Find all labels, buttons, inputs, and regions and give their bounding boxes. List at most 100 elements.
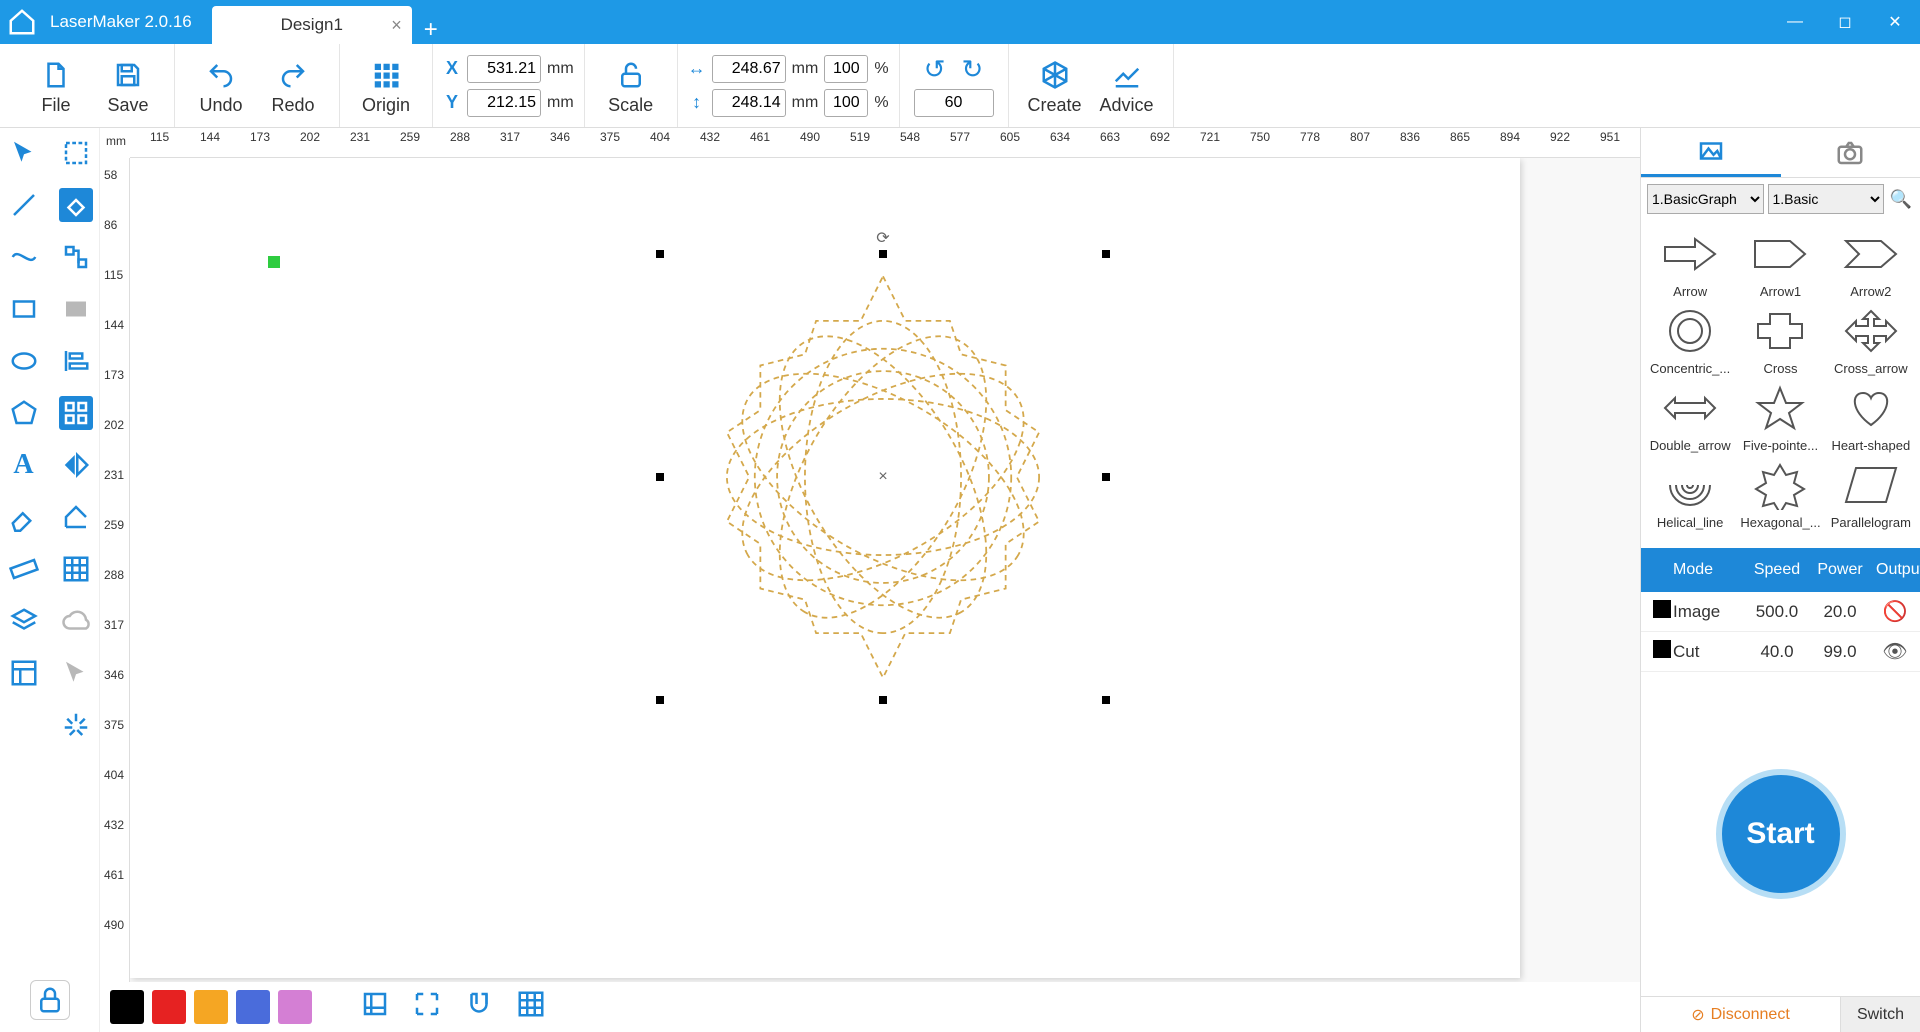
rotation-handle[interactable]: ⟳ [876,228,889,248]
array-tool[interactable] [59,552,93,586]
mirror-tool[interactable] [59,448,93,482]
handle-bl[interactable] [656,696,664,704]
rotate-cw-icon[interactable]: ↻ [962,54,984,85]
measure-tool[interactable] [59,500,93,534]
color-swatch[interactable] [278,990,312,1024]
shape-five-pointe-[interactable]: Five-pointe... [1737,380,1823,453]
shape-double-arrow[interactable]: Double_arrow [1647,380,1733,453]
cursor-3d-icon[interactable] [59,656,93,690]
close-icon[interactable]: × [391,15,402,36]
file-button[interactable]: File [20,44,92,127]
advice-button[interactable]: Advice [1091,44,1163,127]
lock-button[interactable] [30,980,70,1020]
save-button[interactable]: Save [92,44,164,127]
visibility-icon[interactable]: 👁 [1870,639,1920,664]
scale-x-input[interactable] [824,55,868,83]
eraser-tool[interactable] [7,500,41,534]
shape-arrow[interactable]: Arrow [1647,226,1733,299]
align-tool[interactable] [59,344,93,378]
camera-tab[interactable] [1781,128,1920,177]
fit-screen-icon[interactable] [360,989,390,1026]
shape-cross-arrow[interactable]: Cross_arrow [1828,303,1914,376]
visibility-icon[interactable]: 🚫 [1870,599,1920,624]
height-input[interactable] [712,89,786,117]
color-swatch[interactable] [236,990,270,1024]
redo-icon [278,55,308,95]
ruler-h-tick: 922 [1550,130,1570,144]
minimize-button[interactable]: — [1770,0,1820,44]
start-button[interactable]: Start [1716,769,1846,899]
polygon-tool[interactable] [7,396,41,430]
shape-label: Cross_arrow [1830,361,1912,376]
select-tool[interactable] [7,136,41,170]
create-button[interactable]: Create [1019,44,1091,127]
shape-parallelogram[interactable]: Parallelogram [1828,457,1914,530]
canvas[interactable]: × ⟳ [130,158,1640,982]
grid-tool[interactable] [59,396,93,430]
handle-tl[interactable] [656,250,664,258]
cloud-tool[interactable] [59,604,93,638]
shape-concentric-[interactable]: Concentric_... [1647,303,1733,376]
laser-tool[interactable] [59,708,93,742]
search-icon[interactable]: 🔍 [1888,186,1914,212]
scale-button[interactable]: Scale [595,44,667,127]
layer-row[interactable]: Cut40.099.0👁 [1641,632,1920,672]
new-tab-button[interactable]: + [412,16,450,44]
layer-mode: Cut [1667,642,1744,662]
undo-button[interactable]: Undo [185,44,257,127]
handle-tm[interactable] [879,250,887,258]
ruler-v-tick: 202 [104,418,124,432]
handle-bm[interactable] [879,696,887,704]
maximize-button[interactable]: ◻ [1820,0,1870,44]
home-icon[interactable] [0,7,44,37]
shape-label: Arrow [1649,284,1731,299]
node-tool[interactable] [59,240,93,274]
switch-button[interactable]: Switch [1840,997,1920,1032]
layers-tool[interactable] [7,604,41,638]
x-input[interactable] [467,55,541,83]
shape-fill-tool[interactable] [59,188,93,222]
close-button[interactable]: ✕ [1870,0,1920,44]
line-tool[interactable] [7,188,41,222]
ellipse-tool[interactable] [7,344,41,378]
shape-helical-line[interactable]: Helical_line [1647,457,1733,530]
origin-button[interactable]: Origin [350,44,422,127]
rect-fill-tool[interactable] [59,292,93,326]
handle-ml[interactable] [656,473,664,481]
marquee-tool[interactable] [59,136,93,170]
disconnect-button[interactable]: ⊘ Disconnect [1641,997,1840,1032]
width-input[interactable] [712,55,786,83]
save-icon [113,55,143,95]
rect-tool[interactable] [7,292,41,326]
category-select[interactable]: 1.BasicGraph [1647,184,1764,214]
shape-heart-shaped[interactable]: Heart-shaped [1828,380,1914,453]
grid-icon[interactable] [516,989,546,1026]
shape-arrow1[interactable]: Arrow1 [1737,226,1823,299]
selection-box[interactable]: × ⟳ [660,254,1106,700]
shape-arrow2[interactable]: Arrow2 [1828,226,1914,299]
layout-tool[interactable] [7,656,41,690]
color-swatch[interactable] [110,990,144,1024]
rotate-ccw-icon[interactable]: ↺ [924,54,946,85]
shape-hexagonal-[interactable]: Hexagonal_... [1737,457,1823,530]
layer-row[interactable]: Image500.020.0🚫 [1641,592,1920,632]
shapes-tab[interactable] [1641,128,1781,177]
y-input[interactable] [467,89,541,117]
shape-cross[interactable]: Cross [1737,303,1823,376]
curve-tool[interactable] [7,240,41,274]
rotate-group: ↺ ↻ [900,44,1009,127]
subcategory-select[interactable]: 1.Basic [1768,184,1885,214]
color-swatch[interactable] [152,990,186,1024]
handle-mr[interactable] [1102,473,1110,481]
ruler-tool[interactable] [7,552,41,586]
redo-button[interactable]: Redo [257,44,329,127]
color-swatch[interactable] [194,990,228,1024]
handle-br[interactable] [1102,696,1110,704]
document-tab[interactable]: Design1 × [212,6,412,44]
text-tool[interactable]: A [7,448,41,482]
rotation-input[interactable] [914,89,994,117]
zoom-selection-icon[interactable] [412,989,442,1026]
magnet-icon[interactable] [464,989,494,1026]
handle-tr[interactable] [1102,250,1110,258]
scale-y-input[interactable] [824,89,868,117]
